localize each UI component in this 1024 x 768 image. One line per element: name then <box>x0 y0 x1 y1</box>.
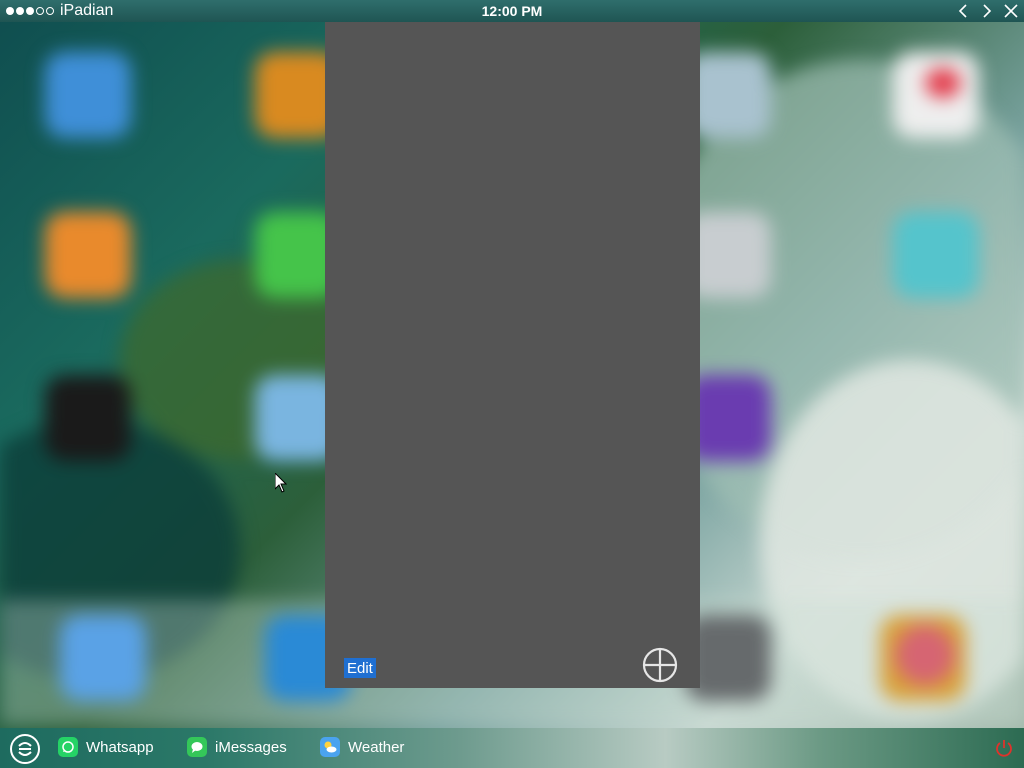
whatsapp-icon <box>58 737 78 757</box>
window-controls <box>954 2 1020 20</box>
power-icon <box>996 740 1012 757</box>
edit-button[interactable]: Edit <box>344 658 376 678</box>
status-bar: iPadian 12:00 PM <box>0 0 1024 22</box>
taskbar-item-label: iMessages <box>215 738 287 756</box>
taskbar-item-whatsapp[interactable]: Whatsapp <box>58 737 154 757</box>
weather-icon <box>320 737 340 757</box>
taskbar-item-label: Weather <box>348 738 405 756</box>
start-button[interactable] <box>9 733 41 765</box>
chevron-left-icon <box>958 4 967 18</box>
mouse-cursor-icon <box>275 473 287 493</box>
ipadian-logo-icon <box>10 734 40 764</box>
close-icon <box>1004 4 1018 18</box>
back-button[interactable] <box>954 2 972 20</box>
add-button[interactable] <box>641 646 679 684</box>
imessages-icon <box>187 737 207 757</box>
forward-button[interactable] <box>978 2 996 20</box>
power-button[interactable] <box>994 738 1014 758</box>
ipadian-screen: iPadian 12:00 PM Edit Whatsapp iMessages… <box>0 0 1024 768</box>
app-switcher-panel: Edit <box>325 22 700 688</box>
taskbar-item-weather[interactable]: Weather <box>320 737 404 757</box>
taskbar-item-imessages[interactable]: iMessages <box>187 737 287 757</box>
close-button[interactable] <box>1002 2 1020 20</box>
taskbar: Whatsapp iMessages Weather <box>0 728 1024 768</box>
crosshair-add-icon <box>642 647 678 683</box>
status-time: 12:00 PM <box>481 3 543 19</box>
taskbar-item-label: Whatsapp <box>86 738 154 756</box>
chevron-right-icon <box>983 4 992 18</box>
